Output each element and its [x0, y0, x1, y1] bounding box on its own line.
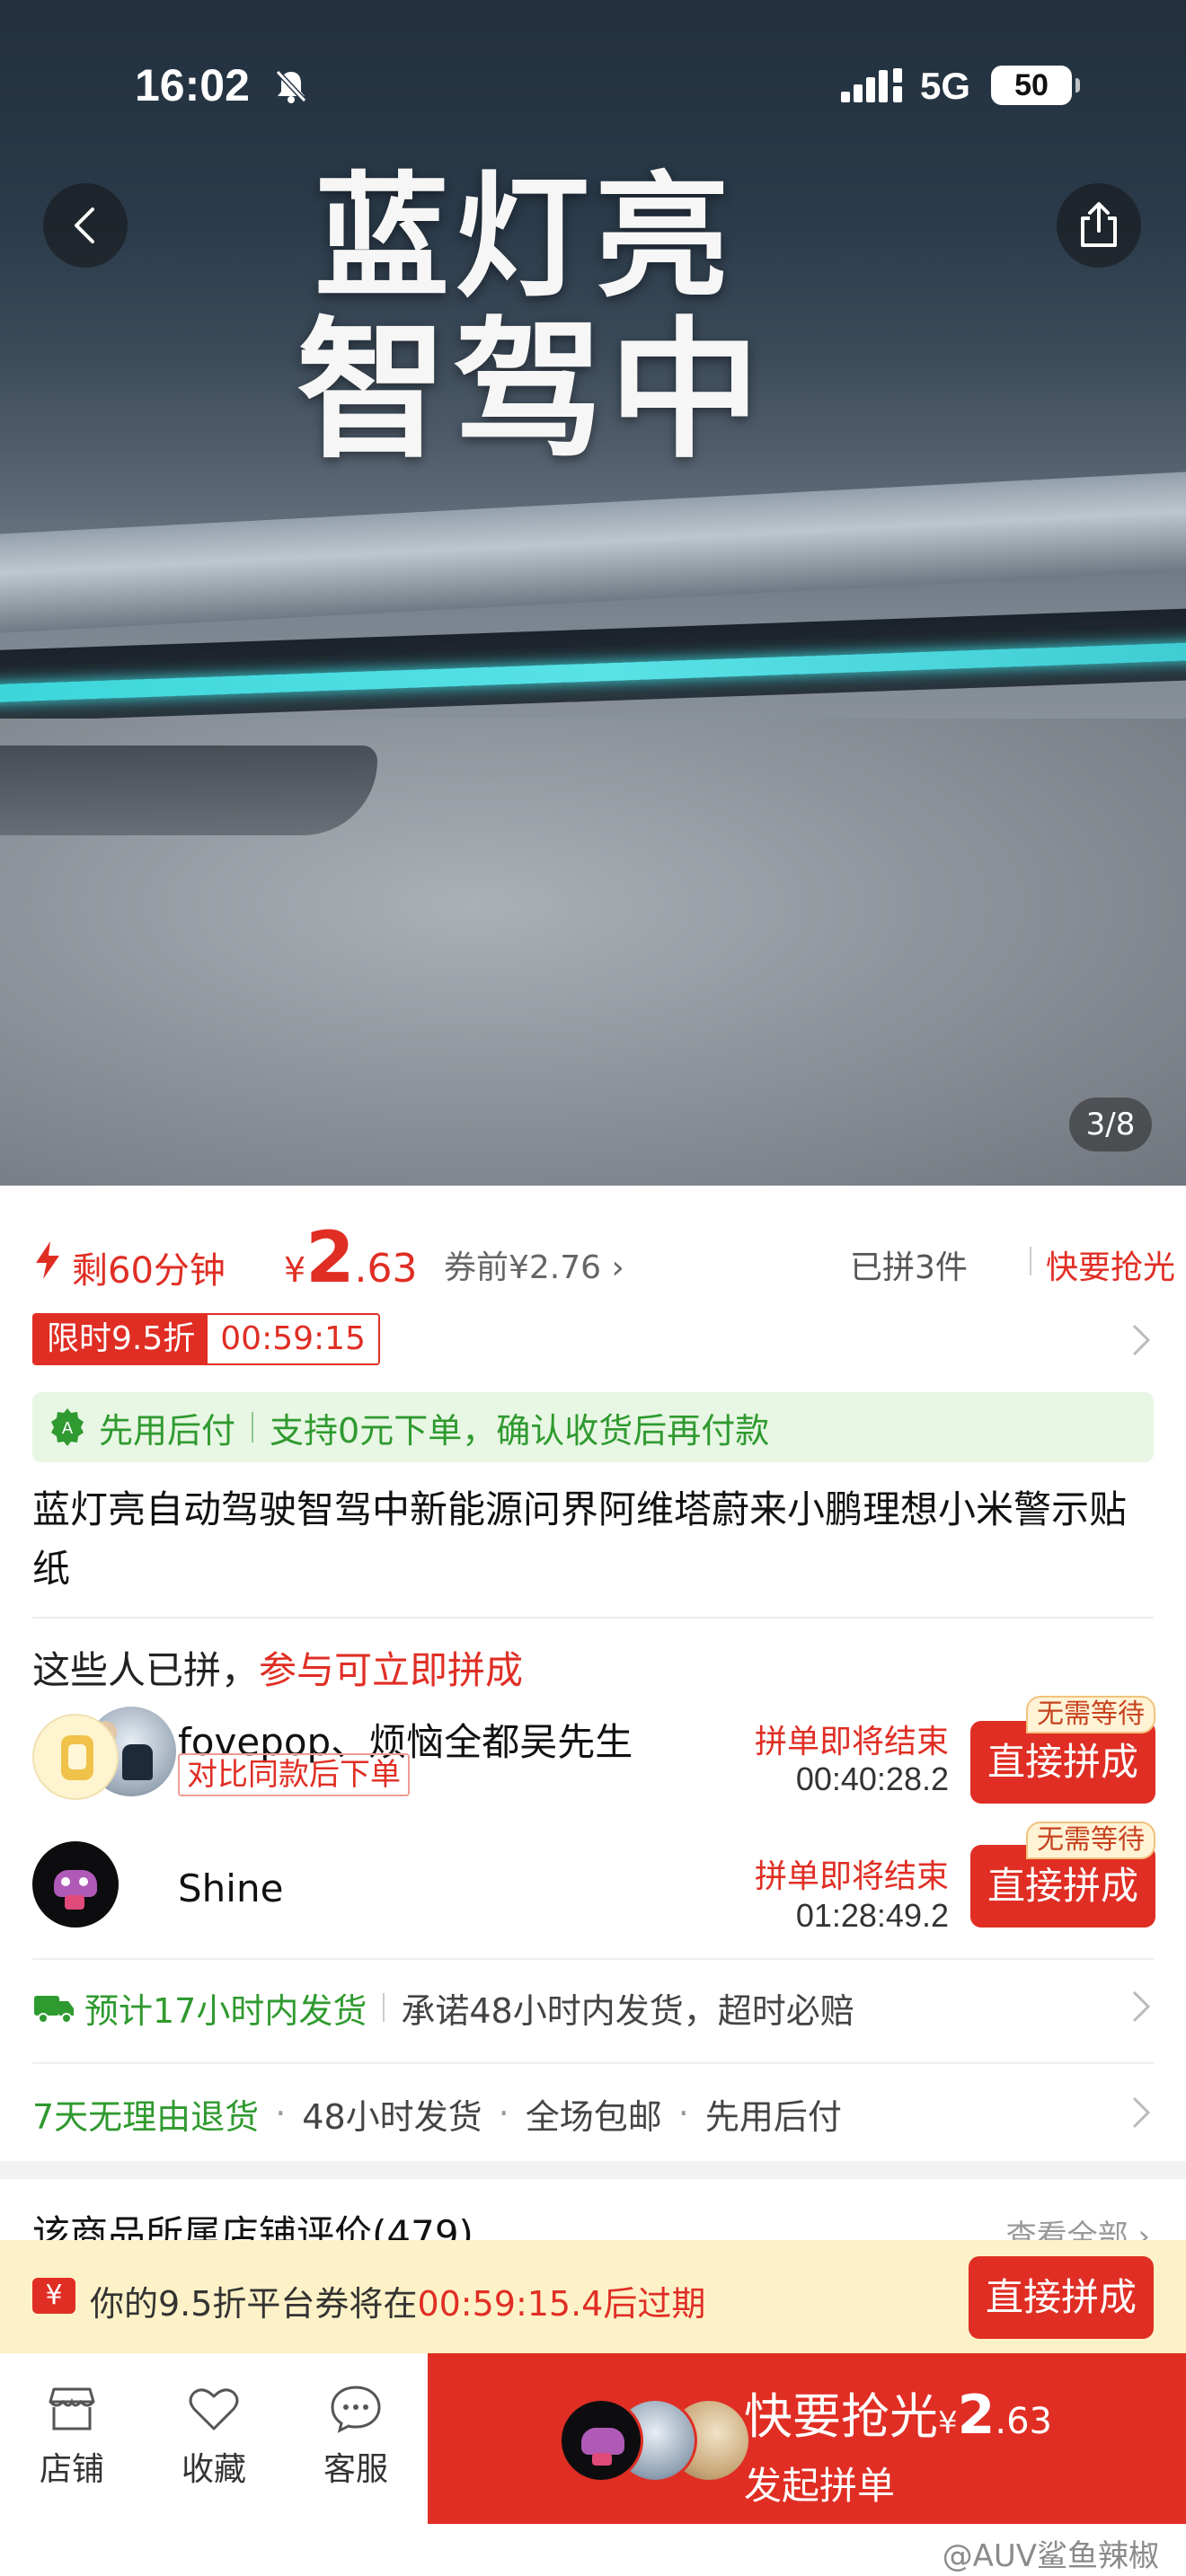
start-group-buy-button[interactable]: 快要抢光¥2.63 发起拼单 [428, 2353, 1186, 2524]
shield-check-icon: A [51, 1408, 84, 1446]
battery-indicator: 50 [991, 66, 1080, 105]
group-buy-title-prefix: 这些人已拼， [32, 1648, 260, 1692]
group-buy-title: 这些人已拼，参与可立即拼成 [32, 1640, 523, 1695]
limited-discount-tag[interactable]: 限时9.5折 00:59:15 [32, 1313, 380, 1365]
hero-title-line1: 蓝灯亮 [314, 160, 736, 316]
share-button[interactable] [1057, 183, 1141, 268]
avatar [32, 1714, 119, 1800]
compare-tag: 对比同款后下单 [178, 1753, 410, 1796]
divider [1030, 1247, 1031, 1275]
pay-later-bar[interactable]: A 先用后付 支持0元下单，确认收货后再付款 [32, 1392, 1154, 1462]
divider [383, 1993, 385, 2022]
coupon-icon: ¥ [32, 2278, 75, 2314]
separator-dot: · [275, 2094, 287, 2133]
truck-icon [34, 1996, 74, 2024]
group-buy-title-highlight: 参与可立即拼成 [259, 1648, 524, 1692]
group-status: 拼单即将结束 [754, 1858, 949, 1895]
separator-dot: · [677, 2094, 689, 2133]
service-item: 全场包邮 [525, 2096, 662, 2137]
cta-currency: ¥ [938, 2405, 958, 2441]
service-item: 48小时发货 [302, 2096, 482, 2137]
share-icon [1081, 202, 1117, 247]
no-wait-badge: 无需等待 [1026, 1822, 1155, 1859]
nav-favorite-label: 收藏 [181, 2451, 246, 2488]
flash-icon [36, 1241, 59, 1279]
current-price: ¥2.63 [284, 1218, 417, 1299]
cta-avatars [559, 2398, 757, 2484]
divider [32, 1958, 1154, 1960]
hero-title: 蓝灯亮 智驾中 [296, 166, 766, 472]
sold-count: 已拼3件 [850, 1249, 968, 1286]
coupon-join-button[interactable]: 直接拼成 [969, 2256, 1154, 2339]
image-counter: 3/8 [1069, 1098, 1152, 1151]
no-wait-badge: 无需等待 [1026, 1696, 1155, 1734]
discount-label: 限时9.5折 [34, 1315, 208, 1363]
group-timer: 01:28:49.2 [795, 1897, 949, 1934]
group-row: fovepop、烦恼全都吴先生 对比同款后下单 拼单即将结束 00:40:28.… [32, 1696, 1155, 1814]
chat-icon [331, 2386, 381, 2433]
cta-hurry-label: 快要抢光 [744, 2388, 938, 2445]
price-currency: ¥ [284, 1250, 306, 1290]
separator-dot: · [498, 2094, 509, 2133]
cta-sub-label: 发起拼单 [744, 2464, 896, 2508]
avatar [559, 2398, 643, 2483]
chevron-right-icon[interactable] [1130, 2095, 1152, 2130]
pay-later-label: 先用后付 [99, 1410, 236, 1451]
svg-text:A: A [62, 1419, 74, 1438]
hurry-label: 快要抢光 [1046, 1249, 1176, 1286]
discount-countdown: 00:59:15 [208, 1315, 378, 1363]
status-time: 16:02 [135, 60, 250, 110]
services-row[interactable]: 7天无理由退货 · 48小时发货 · 全场包邮 · 先用后付 [32, 2082, 1155, 2145]
nav-shop-button[interactable]: 店铺 [18, 2384, 126, 2490]
coupon-expiry-text: 你的9.5折平台券将在00:59:15.4后过期 [90, 2276, 705, 2325]
signal-icon [841, 68, 902, 102]
coupon-expiry-bar: ¥ 你的9.5折平台券将在00:59:15.4后过期 直接拼成 [0, 2240, 1186, 2353]
cta-price-integer: 2 [957, 2384, 996, 2447]
back-button[interactable] [43, 183, 128, 268]
hero-title-line2: 智驾中 [296, 303, 766, 479]
time-remaining: 剩60分钟 [72, 1250, 226, 1292]
coupon-prefix: 你的9.5折平台券将在 [90, 2284, 418, 2324]
service-item: 7天无理由退货 [32, 2096, 260, 2137]
shipping-estimate: 预计17小时内发货 [84, 1990, 367, 2031]
price-row: 剩60分钟 ¥2.63 券前¥2.76 › 已拼3件 快要抢光 [32, 1213, 1175, 1299]
cta-main-text: 快要抢光¥2.63 [744, 2377, 1052, 2448]
chevron-right-icon[interactable] [1130, 1322, 1152, 1358]
before-coupon-text: 券前¥2.76 [444, 1249, 602, 1286]
nav-shop-label: 店铺 [39, 2451, 104, 2488]
group-timer: 00:40:28.2 [795, 1760, 949, 1797]
chevron-right-icon[interactable] [1130, 1989, 1152, 2025]
product-image-carousel[interactable]: 蓝灯亮 智驾中 16:02 5G 50 3/8 [0, 0, 1186, 1186]
heart-icon [189, 2388, 239, 2430]
product-title: 蓝灯亮自动驾驶智驾中新能源问界阿维塔蔚来小鹏理想小米警示贴纸 [32, 1487, 1128, 1591]
section-separator [0, 2161, 1186, 2179]
divider [252, 1412, 254, 1442]
bell-muted-icon [275, 69, 307, 103]
price-decimal: .63 [354, 1246, 418, 1292]
nav-service-button[interactable]: 客服 [302, 2384, 410, 2490]
price-before-coupon-link[interactable]: 券前¥2.76 › [444, 1241, 624, 1288]
nav-favorite-button[interactable]: 收藏 [160, 2384, 268, 2490]
nav-service-label: 客服 [323, 2451, 388, 2488]
price-integer: 2 [305, 1218, 355, 1299]
back-icon [75, 207, 94, 243]
pay-later-desc: 支持0元下单，确认收货后再付款 [270, 1410, 770, 1451]
shipping-promise: 承诺48小时内发货，超时必赔 [401, 1990, 854, 2031]
service-item: 先用后付 [704, 2096, 842, 2137]
coupon-suffix: 后过期 [603, 2284, 706, 2324]
divider [32, 1617, 1154, 1619]
watermark: @AUV鲨鱼辣椒 [942, 2538, 1159, 2574]
car-body-highlight [0, 467, 1186, 638]
store-icon [49, 2387, 95, 2430]
group-names: Shine [178, 1866, 284, 1910]
group-row: Shine 拼单即将结束 01:28:49.2 直接拼成 无需等待 [32, 1822, 1155, 1938]
cta-price-decimal: .63 [995, 2401, 1053, 2442]
divider [32, 2062, 1154, 2064]
shipping-row[interactable]: 预计17小时内发货 承诺48小时内发货，超时必赔 [32, 1976, 1155, 2039]
car-headlamp [0, 745, 377, 835]
group-status: 拼单即将结束 [754, 1724, 949, 1760]
network-type: 5G [920, 65, 971, 107]
avatar [32, 1841, 119, 1928]
coupon-expiry-time: 00:59:15.4 [417, 2284, 604, 2324]
